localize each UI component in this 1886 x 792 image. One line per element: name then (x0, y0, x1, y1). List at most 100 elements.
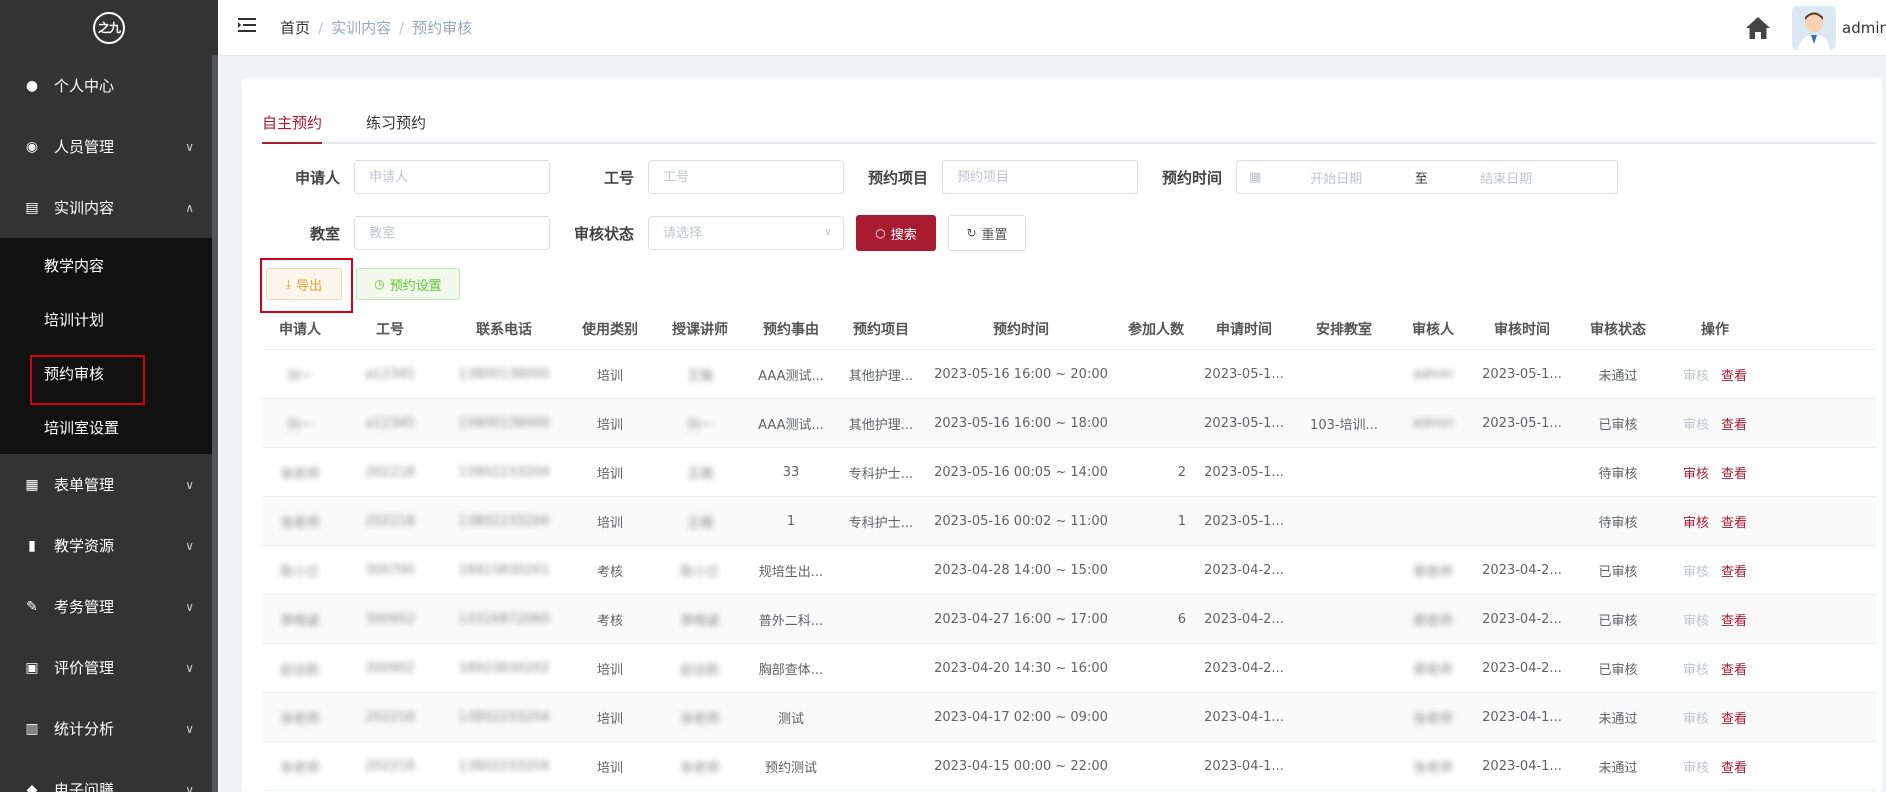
column-header: 安排教室 (1316, 321, 1372, 338)
audit-button[interactable]: 审核 (1683, 418, 1709, 433)
status-select-input[interactable] (648, 216, 844, 250)
column-header: 参加人数 (1128, 321, 1184, 338)
cell-teacher: 王璐 (686, 466, 713, 482)
applicant-input[interactable] (354, 160, 550, 194)
view-button[interactable]: 查看 (1721, 369, 1747, 384)
sidebar-scrollbar[interactable] (212, 55, 218, 792)
project-input[interactable] (942, 160, 1138, 194)
sidebar-item-6[interactable]: ▣ 评价管理 ∨ (0, 637, 218, 698)
cell-applicant: 张老师 (280, 466, 320, 482)
audit-button[interactable]: 审核 (1683, 467, 1709, 482)
tabs: 自主预约 练习预约 (262, 108, 1876, 144)
room-label: 教室 (309, 224, 340, 243)
cell-status: 已审核 (1598, 417, 1638, 433)
view-button[interactable]: 查看 (1721, 565, 1747, 580)
avatar[interactable] (1792, 6, 1836, 50)
cell-count: 2 (1177, 464, 1186, 480)
cell-audit-time: 2023-04-2... (1482, 611, 1562, 627)
home-icon[interactable] (1744, 14, 1772, 42)
sidebar-item-label: 人员管理 (54, 138, 115, 156)
audit-button[interactable]: 审核 (1683, 565, 1709, 580)
sidebar-item-label: 考务管理 (54, 598, 115, 616)
tab-self-booking[interactable]: 自主预约 (262, 108, 323, 144)
cell-auditor: admin (1412, 415, 1454, 431)
filter-row-1: 申请人 工号 预约项目 预约时间 ▦ 开始日期 至 结束日期 (262, 160, 1618, 194)
cell-time: 2023-04-28 14:00 ~ 15:00 (934, 562, 1108, 578)
view-button[interactable]: 查看 (1721, 418, 1747, 433)
cell-status: 待审核 (1598, 466, 1638, 482)
cell-phone: 13316872060 (458, 611, 550, 627)
audit-button[interactable]: 审核 (1683, 369, 1709, 384)
sidebar-item-2[interactable]: ▤ 实训内容 ∧ (0, 177, 218, 238)
workno-input[interactable] (648, 160, 844, 194)
cell-time: 2023-04-15 00:00 ~ 22:00 (934, 758, 1108, 774)
cell-apply-time: 2023-04-2... (1204, 660, 1284, 676)
view-button[interactable]: 查看 (1721, 712, 1747, 727)
cell-status: 已审核 (1598, 613, 1638, 629)
tab-practice-booking[interactable]: 练习预约 (366, 108, 426, 142)
audit-button[interactable]: 审核 (1683, 614, 1709, 629)
sidebar-item-3[interactable]: ▦ 表单管理 ∨ (0, 454, 218, 515)
table-row: 赵远航 300902 18923830202 培训 赵远航 胸部查体... 2023-04-… (262, 644, 1876, 693)
date-range-picker[interactable]: ▦ 开始日期 至 结束日期 (1236, 160, 1618, 194)
chevron-down-icon: ∨ (185, 600, 194, 614)
cell-auditor: 郭老师 (1413, 662, 1453, 678)
logo-mark: 之九 (93, 11, 125, 44)
view-button[interactable]: 查看 (1721, 761, 1747, 776)
sidebar-item-5[interactable]: ✎ 考务管理 ∨ (0, 576, 218, 637)
cell-category: 培训 (596, 662, 623, 678)
cell-phone: 13802233204 (458, 758, 550, 774)
logo: 之九 (0, 0, 218, 55)
rating-icon: ▣ (25, 659, 39, 676)
cell-workno: a12345 (365, 366, 415, 382)
cell-phone: 13800138000 (458, 415, 550, 431)
cell-status: 未通过 (1598, 711, 1638, 727)
start-date[interactable]: 开始日期 (1261, 168, 1411, 187)
cell-reason: 1 (786, 513, 796, 529)
table-header: 申请人 工号 联系电话 使用类别 授课讲师 预约事由 预约项目 预约时间 参加人数 申请时间 安排教… (262, 308, 1876, 350)
view-button[interactable]: 查看 (1721, 516, 1747, 531)
breadcrumb-section: 实训内容 (331, 19, 392, 37)
workno-label: 工号 (603, 168, 634, 187)
cell-category: 培训 (596, 760, 623, 776)
cell-operations: 审核 查看 (1662, 414, 1768, 433)
audit-button[interactable]: 审核 (1683, 712, 1709, 727)
filter-row-2: 教室 审核状态 ∨ ○ 搜索 ↻ 重置 (262, 215, 1026, 251)
cell-reason: 33 (782, 464, 800, 480)
view-button[interactable]: 查看 (1721, 467, 1747, 482)
cell-count: 1 (1177, 513, 1186, 529)
submenu-item-3[interactable]: 培训室设置 (0, 400, 218, 454)
room-input[interactable] (354, 216, 550, 250)
submenu-item-2[interactable]: 预约审核 (0, 346, 218, 405)
sidebar-item-0[interactable]: ● 个人中心 (0, 55, 218, 116)
view-button[interactable]: 查看 (1721, 663, 1747, 678)
booking-settings-button[interactable]: ◷ 预约设置 (356, 268, 460, 300)
cell-time: 2023-05-16 16:00 ~ 18:00 (934, 415, 1108, 431)
cell-teacher: 王璐 (686, 368, 713, 384)
breadcrumb-home[interactable]: 首页 (280, 17, 310, 38)
chevron-down-icon: ∨ (185, 661, 194, 675)
status-select[interactable]: ∨ (648, 216, 844, 250)
username[interactable]: admin (1842, 19, 1886, 37)
audit-button[interactable]: 审核 (1683, 663, 1709, 678)
sidebar-item-label: 电子问膳 (54, 781, 115, 792)
submenu-item-1[interactable]: 培训计划 (0, 292, 218, 346)
submenu-item-0[interactable]: 教学内容 (0, 238, 218, 292)
view-button[interactable]: 查看 (1721, 614, 1747, 629)
reset-button[interactable]: ↻ 重置 (948, 215, 1026, 251)
end-date[interactable]: 结束日期 (1431, 168, 1581, 187)
sidebar-item-8[interactable]: ◆ 电子问膳 ∨ (0, 759, 218, 792)
sidebar-item-7[interactable]: ▥ 统计分析 ∨ (0, 698, 218, 759)
audit-button[interactable]: 审核 (1683, 516, 1709, 531)
cell-category: 培训 (596, 515, 623, 531)
audit-button[interactable]: 审核 (1683, 761, 1709, 776)
sidebar-item-1[interactable]: ◉ 人员管理 ∨ (0, 116, 218, 177)
table-row: 张老师 202218 13802233204 培训 王璐 33 专科护士... 2023-05… (262, 448, 1876, 497)
cell-applicant: 赵远航 (280, 662, 320, 678)
menu-toggle-icon[interactable] (238, 17, 258, 38)
search-button[interactable]: ○ 搜索 (856, 215, 936, 251)
cell-teacher: 王璐 (686, 515, 713, 531)
cell-room: 103-培训... (1310, 417, 1378, 433)
cell-operations: 审核 查看 (1662, 561, 1768, 580)
sidebar-item-4[interactable]: ▮ 教学资源 ∨ (0, 515, 218, 576)
